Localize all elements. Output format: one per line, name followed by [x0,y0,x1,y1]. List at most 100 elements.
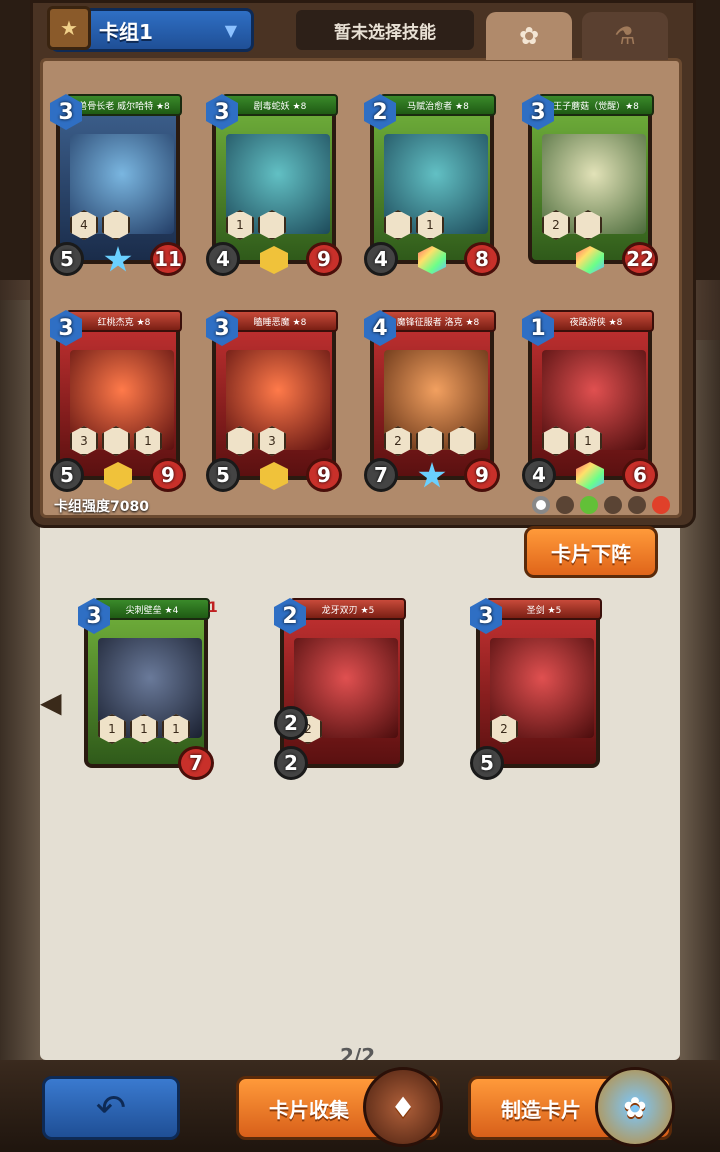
card-name: 兽骨长老 威尔哈特 ★8 [66,94,182,116]
ability-icon: 1 [130,714,158,744]
remove-card-button[interactable]: 卡片下阵 [524,526,658,578]
card-abilities: 2 [384,426,476,456]
card-collection-label: 卡片收集 [269,1097,349,1122]
deck-name: 卡组1 [99,19,153,44]
card-health: 9 [306,458,342,492]
card-frame [212,104,336,264]
deck-card[interactable]: 剧毒蛇妖 ★8 3 1 4 9 [206,94,342,276]
card-name: 魔锋征服者 洛克 ★8 [380,310,496,332]
card-frame [476,608,600,768]
craft-card-button[interactable]: 制造卡片 ✿ [468,1067,675,1147]
card-name: 圣剑 ★5 [486,598,602,620]
card-attack: 4 [522,458,556,492]
card-health: 11 [150,242,186,276]
card-attack: 4 [364,242,398,276]
card-frame [212,320,336,480]
card-health: 8 [464,242,500,276]
ability-icon: 3 [258,426,286,456]
back-button[interactable]: ↶ [42,1076,180,1140]
filter-fire-icon[interactable] [652,496,670,514]
ability-icon: 1 [574,426,602,456]
ability-icon [384,210,412,240]
deck-card[interactable]: 王子蘑菇（觉醒）★8 3 2 22 [522,94,658,276]
ability-icon: 3 [70,426,98,456]
filter-beast-icon[interactable] [604,496,622,514]
deck-selector[interactable]: ★ 卡组1 ▼ [47,6,254,52]
card-attack: 5 [206,458,240,492]
card-attack: 7 [364,458,398,492]
potion-icon: ⚗ [614,22,636,50]
card-health: 9 [150,458,186,492]
ability-icon [102,210,130,240]
filter-nature-icon[interactable] [580,496,598,514]
card-frame [528,320,652,480]
deck-card[interactable]: 夜路游侠 ★8 1 1 4 6 [522,310,658,492]
card-name: 瞌睡恶魔 ★8 [222,310,338,332]
card-health: 6 [622,458,658,492]
ability-icon [102,426,130,456]
ability-icon: 1 [98,714,126,744]
card-frame [56,104,180,264]
card-abilities: 31 [70,426,162,456]
deck-card[interactable]: 红桃杰克 ★8 3 3 1 5 9 [50,310,186,492]
ability-icon: 1 [416,210,444,240]
card-attack: 5 [470,746,504,780]
ability-icon [416,426,444,456]
card-health: 7 [178,746,214,780]
chevron-down-icon: ▼ [224,20,237,40]
card-frame [84,608,208,768]
card-abilities: 4 [70,210,130,240]
ability-icon [258,210,286,240]
filter-all-icon[interactable] [532,496,550,514]
card-name: 龙牙双刃 ★5 [290,598,406,620]
paw-jar-icon: ✿ [595,1067,675,1147]
deck-card[interactable]: 兽骨长老 威尔哈特 ★8 3 4 5 11 [50,94,186,276]
card-frame [280,608,404,768]
collection-card[interactable]: 龙牙双刃 ★5 2 2 2 2 [274,598,410,780]
collection-card[interactable]: 圣剑 ★5 3 2 5 [470,598,606,780]
ability-icon: 1 [162,714,190,744]
filter-dragon-icon[interactable] [628,496,646,514]
card-abilities: 1 [384,210,444,240]
card-name: 王子蘑菇（觉醒）★8 [538,94,654,116]
card-attack: 2 [274,746,308,780]
card-frame [528,104,652,264]
card-frame [370,320,494,480]
card-name: 马赋治愈者 ★8 [380,94,496,116]
prev-page-icon[interactable]: ◀ [40,686,62,722]
tab-pets[interactable]: ✿ [486,12,572,60]
element-filters [532,496,670,514]
skill-selector[interactable]: 暂未选择技能 [296,10,474,50]
deck-card[interactable]: 魔锋征服者 洛克 ★8 4 2 7 9 [364,310,500,492]
card-name: 剧毒蛇妖 ★8 [222,94,338,116]
collection-card[interactable]: 尖刺壁垒 ★4 3 1 1 1 7 1 [78,598,218,780]
deck-power: 卡组强度7080 [54,499,149,515]
card-abilities: 1 [542,426,602,456]
card-frame [56,320,180,480]
card-abilities: 1 [226,210,286,240]
ability-icon [226,426,254,456]
ability-icon: 2 [542,210,570,240]
card-health: 22 [622,242,658,276]
deck-card[interactable]: 马赋治愈者 ★8 2 1 4 8 [364,94,500,276]
tab-potions[interactable]: ⚗ [582,12,668,60]
ability-icon: 2 [490,714,518,744]
book-icon: ★ [47,6,91,50]
card-abilities: 2 [490,714,518,744]
ability-icon: 2 [384,426,412,456]
ability-icon [574,210,602,240]
card-collection-button[interactable]: 卡片收集 ♦ [236,1067,443,1147]
ability-icon: 1 [226,210,254,240]
card-count: 1 [208,600,218,616]
card-attack: 4 [206,242,240,276]
deck-card[interactable]: 瞌睡恶魔 ★8 3 3 5 9 [206,310,342,492]
ability-icon: 1 [134,426,162,456]
card-attack: 5 [50,458,84,492]
filter-neutral-icon[interactable] [556,496,574,514]
card-name: 尖刺壁垒 ★4 [94,598,210,620]
card-name: 夜路游侠 ★8 [538,310,654,332]
card-abilities: 2 [542,210,602,240]
card-health: 9 [464,458,500,492]
craft-card-label: 制造卡片 [501,1097,581,1122]
card-stat: 2 [274,706,308,740]
